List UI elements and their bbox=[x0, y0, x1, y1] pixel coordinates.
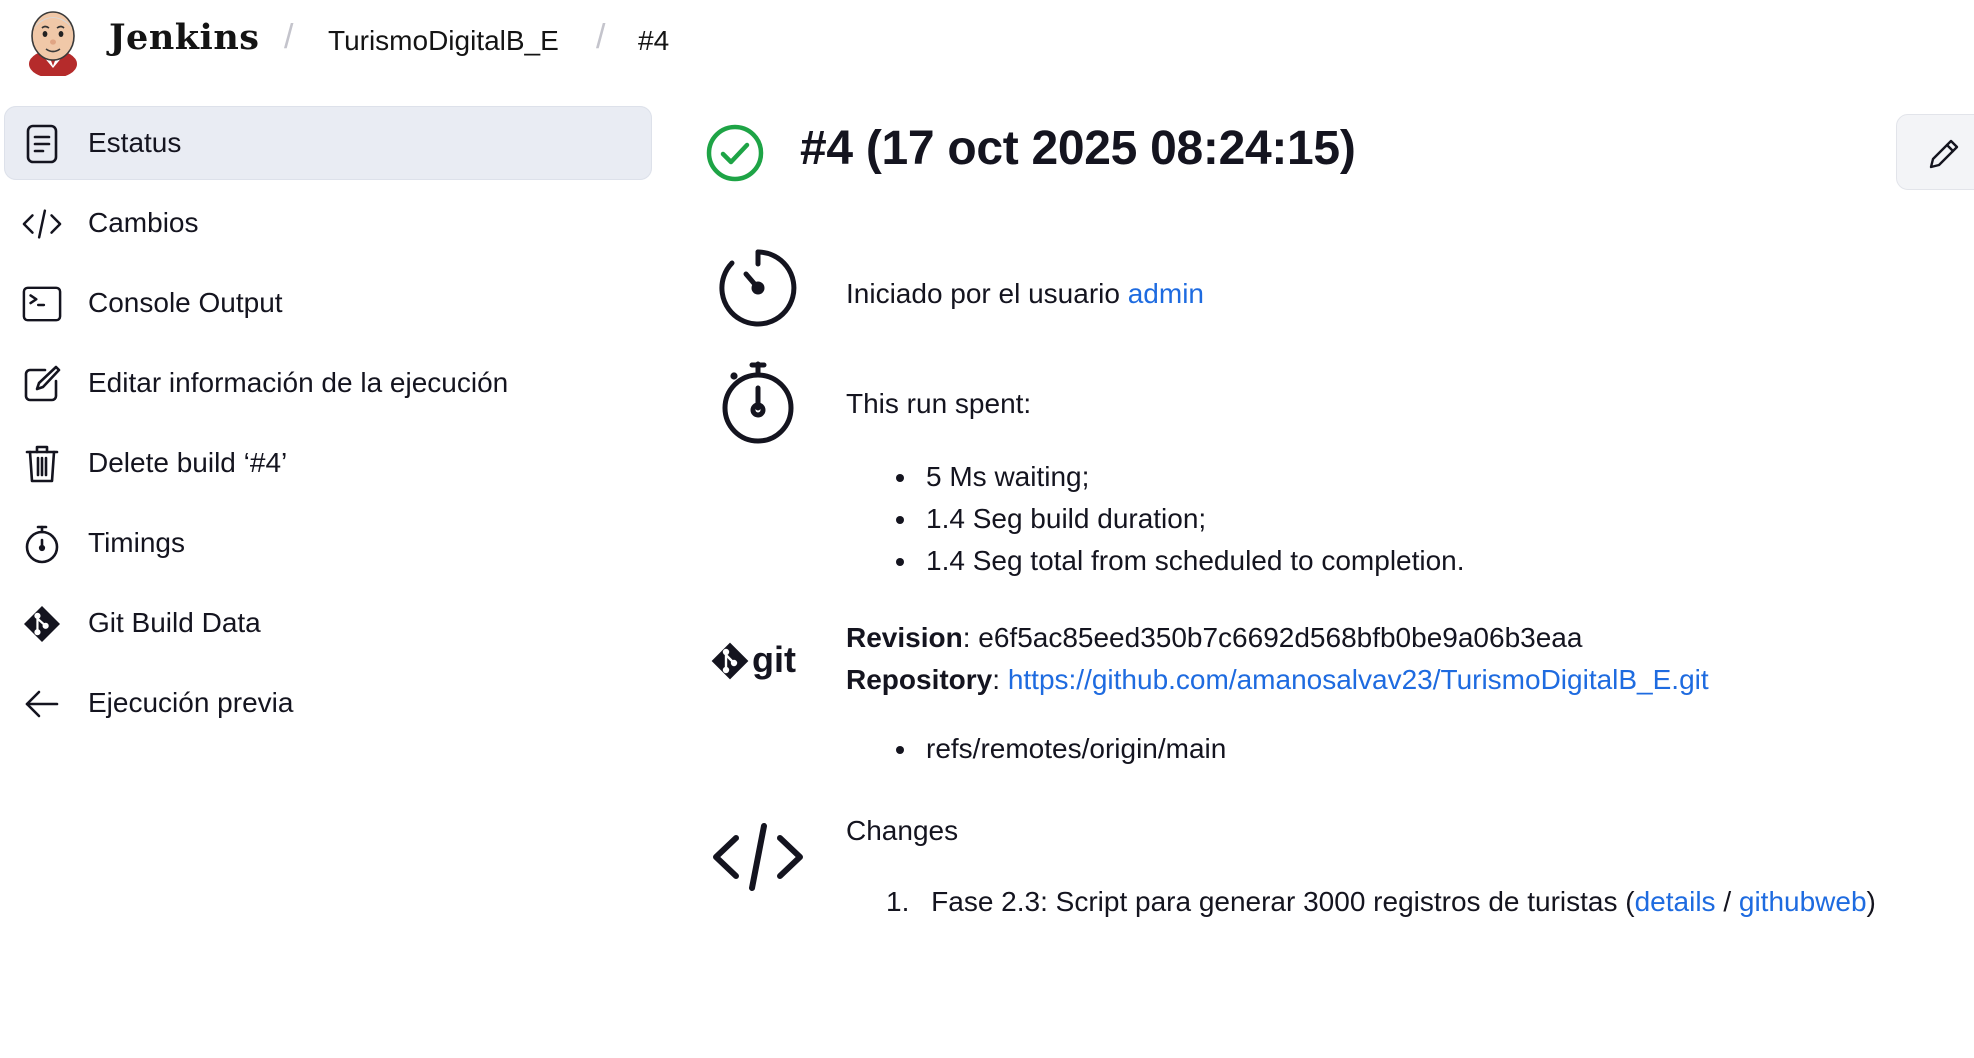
repository-label: Repository bbox=[846, 664, 993, 695]
sidebar-item-timings[interactable]: Timings bbox=[4, 506, 652, 580]
edit-description-button[interactable] bbox=[1896, 114, 1974, 190]
change-details-link[interactable]: details bbox=[1635, 886, 1716, 917]
started-by-user-link[interactable]: admin bbox=[1128, 278, 1204, 309]
timing-list: 5 Ms waiting; 1.4 Seg build duration; 1.… bbox=[896, 456, 1465, 582]
stopwatch-icon bbox=[22, 524, 62, 564]
sidebar-item-delete-build[interactable]: Delete build ‘#4’ bbox=[4, 426, 652, 500]
document-icon bbox=[22, 124, 62, 164]
git-logo-text: git bbox=[752, 639, 796, 680]
trash-icon bbox=[22, 444, 62, 484]
change-number: 1. bbox=[886, 886, 910, 917]
user-timer-icon bbox=[716, 246, 800, 330]
change-separator: / bbox=[1715, 886, 1739, 917]
sidebar-item-git-build-data[interactable]: Git Build Data bbox=[4, 586, 652, 660]
revision-label: Revision bbox=[846, 622, 963, 653]
sidebar-item-label: Editar información de la ejecución bbox=[88, 367, 509, 398]
brand-name[interactable]: Jenkins bbox=[109, 17, 259, 58]
timing-item: 5 Ms waiting; bbox=[896, 456, 1465, 498]
ref-item: refs/remotes/origin/main bbox=[895, 728, 1226, 770]
sidebar-item-label: Timings bbox=[88, 527, 185, 558]
sidebar-item-label: Cambios bbox=[88, 207, 199, 238]
refs-list: refs/remotes/origin/main bbox=[895, 728, 1226, 770]
repository-row: Repository: https://github.com/amanosalv… bbox=[846, 664, 1709, 695]
git-logo-icon: git bbox=[708, 636, 812, 688]
sidebar-item-ejecucion-previa[interactable]: Ejecución previa bbox=[4, 666, 652, 740]
sidebar-item-label: Git Build Data bbox=[88, 607, 261, 638]
revision-row: Revision: e6f5ac85eed350b7c6692d568bfb0b… bbox=[846, 622, 1583, 653]
edit-icon bbox=[22, 364, 62, 404]
changes-heading: Changes bbox=[846, 815, 959, 846]
code-icon bbox=[22, 204, 62, 244]
repository-link[interactable]: https://github.com/amanosalvav23/Turismo… bbox=[1008, 664, 1709, 695]
timing-heading: This run spent: bbox=[846, 388, 1032, 419]
stopwatch-icon bbox=[718, 360, 798, 446]
change-message: Fase 2.3: Script para generar 3000 regis… bbox=[931, 886, 1635, 917]
started-by-prefix: Iniciado por el usuario bbox=[846, 278, 1120, 309]
sidebar-item-console-output[interactable]: Console Output bbox=[4, 266, 652, 340]
arrow-left-icon bbox=[22, 684, 62, 724]
breadcrumb-job[interactable]: TurismoDigitalB_E bbox=[328, 25, 559, 57]
sidebar-item-estatus[interactable]: Estatus bbox=[4, 106, 652, 180]
sidebar-item-label: Console Output bbox=[88, 287, 283, 318]
git-icon bbox=[22, 604, 62, 644]
changes-code-icon bbox=[712, 822, 804, 892]
pencil-icon bbox=[1927, 137, 1961, 171]
page-header: Jenkins / TurismoDigitalB_E / #4 bbox=[0, 0, 1974, 84]
sidebar-item-cambios[interactable]: Cambios bbox=[4, 186, 652, 260]
breadcrumb-separator: / bbox=[284, 18, 294, 56]
sidebar-item-label: Estatus bbox=[88, 127, 182, 158]
terminal-icon bbox=[22, 284, 62, 324]
sidebar-item-label: Ejecución previa bbox=[88, 687, 294, 718]
timing-item: 1.4 Seg total from scheduled to completi… bbox=[896, 540, 1465, 582]
revision-hash: e6f5ac85eed350b7c6692d568bfb0be9a06b3eaa bbox=[978, 622, 1583, 653]
success-status-icon bbox=[706, 124, 764, 182]
change-item: 1. Fase 2.3: Script para generar 3000 re… bbox=[886, 886, 1876, 918]
sidebar-item-label: Delete build ‘#4’ bbox=[88, 447, 288, 478]
jenkins-logo[interactable] bbox=[26, 6, 80, 78]
timing-item: 1.4 Seg build duration; bbox=[896, 498, 1465, 540]
started-by-text: Iniciado por el usuario admin bbox=[846, 278, 1204, 310]
breadcrumb-separator: / bbox=[596, 18, 606, 56]
change-githubweb-link[interactable]: githubweb bbox=[1739, 886, 1867, 917]
sidebar-item-editar-informacion[interactable]: Editar información de la ejecución bbox=[4, 346, 652, 420]
page-title: #4 (17 oct 2025 08:24:15) bbox=[800, 122, 1356, 175]
change-suffix: ) bbox=[1866, 886, 1876, 917]
breadcrumb-build[interactable]: #4 bbox=[638, 25, 669, 57]
